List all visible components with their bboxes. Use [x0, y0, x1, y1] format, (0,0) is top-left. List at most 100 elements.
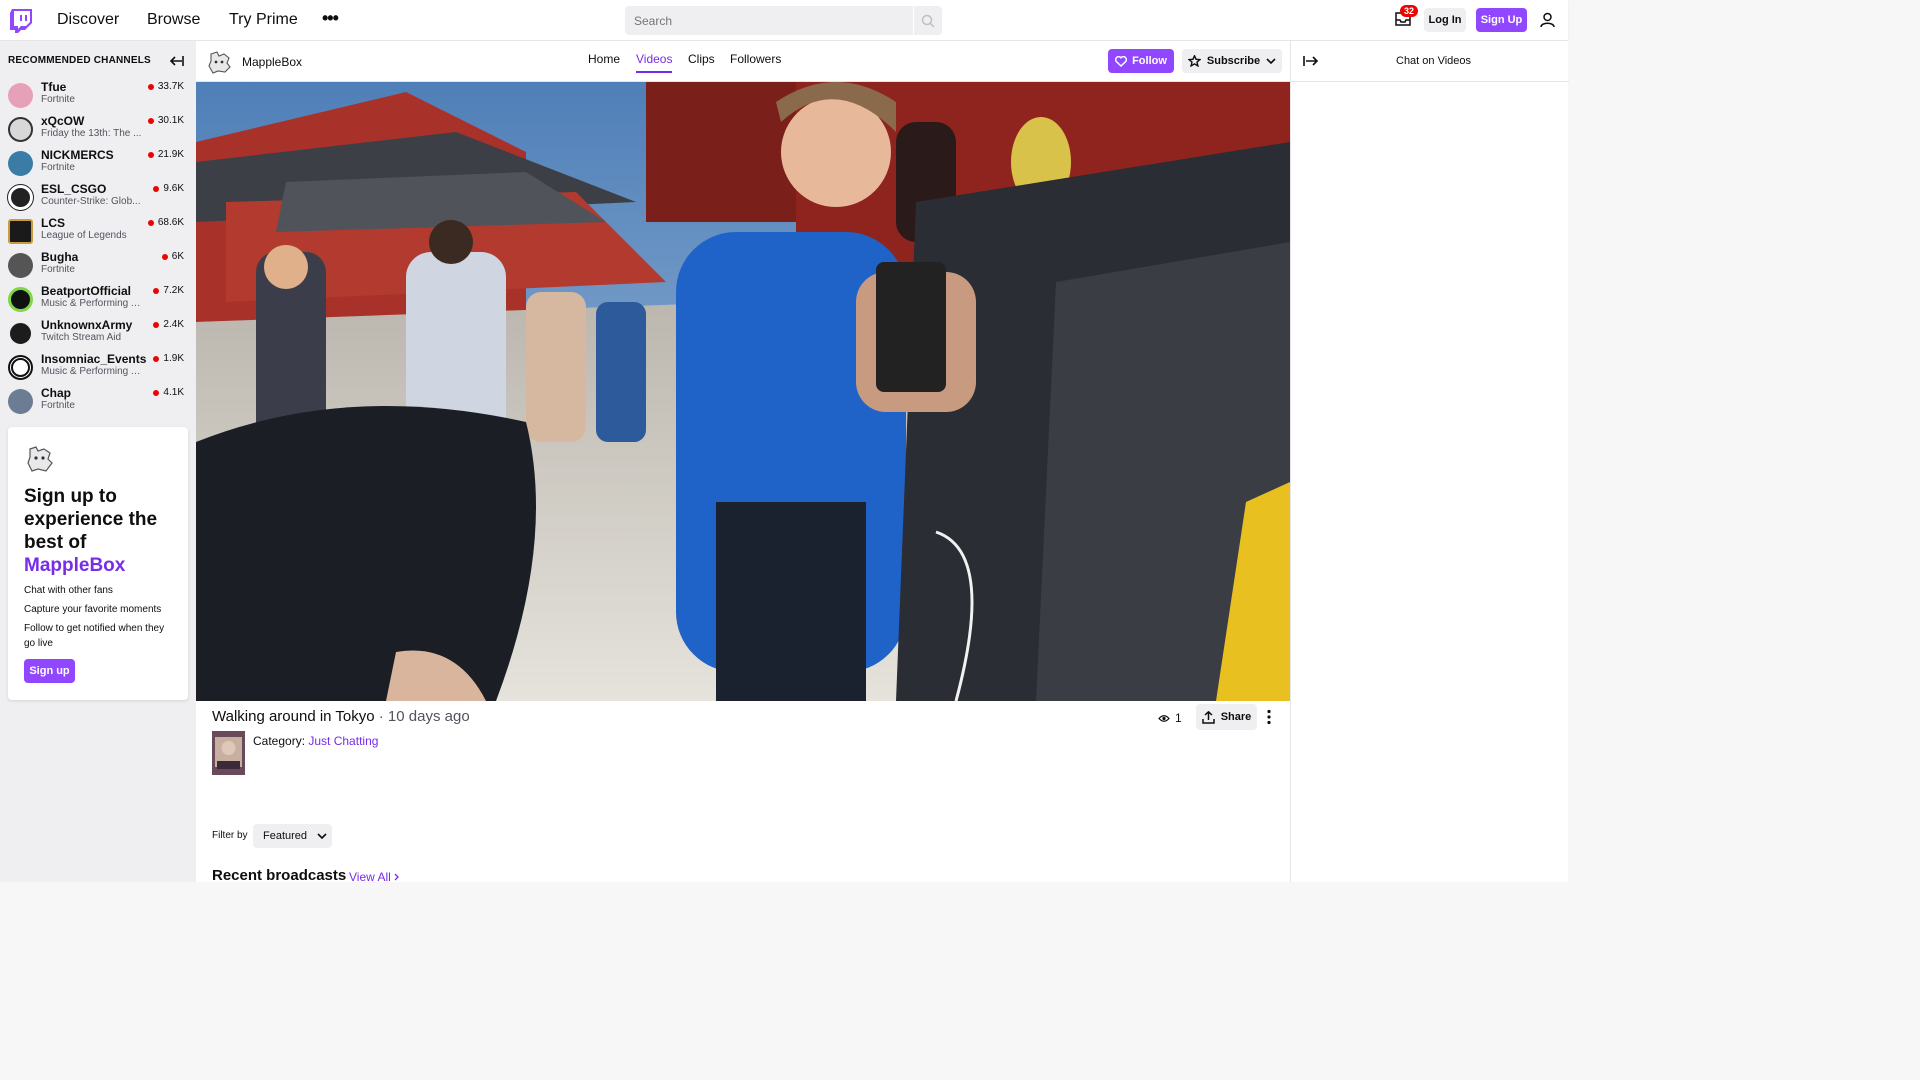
tab-videos[interactable]: Videos: [636, 52, 673, 73]
chevron-down-icon: [317, 833, 327, 839]
viewer-count: 68.6K: [147, 217, 184, 228]
live-indicator: [147, 117, 154, 124]
channel-name: BeatportOfficial: [41, 284, 132, 298]
channel-game: Fortnite: [41, 400, 75, 411]
channel-name: Chap: [41, 386, 71, 400]
chat-header: Chat on Videos: [1291, 41, 1569, 82]
view-all-link[interactable]: View All: [349, 870, 400, 884]
search-button[interactable]: [913, 6, 942, 35]
promo-signup-button[interactable]: Sign up: [24, 659, 75, 683]
signup-button[interactable]: Sign Up: [1476, 8, 1527, 32]
recent-broadcasts-heading: Recent broadcasts: [212, 867, 347, 884]
viewer-count-value: 4.1K: [163, 387, 184, 398]
live-indicator: [147, 83, 154, 90]
tab-followers[interactable]: Followers: [730, 52, 781, 71]
viewer-count-value: 68.6K: [157, 217, 184, 228]
category-box-art[interactable]: [212, 731, 245, 775]
channel-name: NICKMERCS: [41, 148, 114, 162]
sidebar-channel[interactable]: Bugha Fortnite 6K: [0, 249, 196, 283]
promo-title: Sign up to experience the best of Mapple…: [24, 485, 184, 577]
nav-browse[interactable]: Browse: [147, 11, 200, 29]
tab-home[interactable]: Home: [588, 52, 620, 71]
live-indicator: [153, 185, 160, 192]
sidebar-channel[interactable]: Insomniac_Events Music & Performing A...…: [0, 351, 196, 385]
channel-game: Friday the 13th: The ...: [41, 128, 142, 139]
video-age: · 10 days ago: [374, 708, 470, 725]
viewer-count: 33.7K: [147, 81, 184, 92]
sidebar-channel[interactable]: Tfue Fortnite 33.7K: [0, 79, 196, 113]
live-indicator: [153, 287, 160, 294]
follow-button[interactable]: Follow: [1108, 49, 1174, 73]
expand-chat-icon[interactable]: [1303, 54, 1319, 68]
promo-benefit: Follow to get notified when they go live: [24, 623, 165, 649]
sidebar-channel[interactable]: ESL_CSGO Counter-Strike: Glob... 9.6K: [0, 181, 196, 215]
user-menu-icon[interactable]: [1540, 12, 1555, 28]
top-navigation: Discover Browse Try Prime ••• 32 Log In …: [0, 0, 1568, 41]
sidebar-channel[interactable]: xQcOW Friday the 13th: The ... 30.1K: [0, 113, 196, 147]
share-icon: [1201, 710, 1215, 724]
viewer-count: 7.2K: [153, 285, 184, 296]
channel-name: UnknownxArmy: [41, 318, 133, 332]
category-label: Category:: [253, 734, 306, 748]
promo-channel-name: MappleBox: [24, 555, 126, 576]
promo-benefit: Capture your favorite moments: [24, 604, 162, 615]
channel-game: Fortnite: [41, 264, 75, 275]
login-button[interactable]: Log In: [1424, 8, 1466, 32]
view-count-value: 1: [1175, 711, 1182, 725]
avatar: [8, 389, 33, 414]
sidebar-channel[interactable]: NICKMERCS Fortnite 21.9K: [0, 147, 196, 181]
promo-benefit: Chat with other fans: [24, 585, 113, 596]
nav-discover[interactable]: Discover: [57, 11, 119, 29]
heart-icon: [1115, 55, 1128, 67]
viewer-count: 6K: [161, 251, 184, 262]
category-link[interactable]: Just Chatting: [308, 734, 378, 748]
video-player[interactable]: [196, 82, 1290, 701]
channel-game: Twitch Stream Aid: [41, 332, 122, 343]
filter-label: Filter by: [212, 830, 248, 841]
collapse-sidebar-icon[interactable]: [168, 54, 184, 68]
live-indicator: [147, 151, 154, 158]
channel-game: Counter-Strike: Glob...: [41, 196, 141, 207]
twitch-logo-icon[interactable]: [10, 9, 32, 33]
channel-game: Music & Performing A...: [41, 298, 145, 309]
search-input[interactable]: [625, 6, 913, 35]
subscribe-button[interactable]: Subscribe: [1182, 49, 1282, 73]
channel-name[interactable]: MappleBox: [242, 55, 302, 69]
sidebar-channel[interactable]: LCS League of Legends 68.6K: [0, 215, 196, 249]
channel-game: Music & Performing A...: [41, 366, 145, 377]
chevron-right-icon: [394, 873, 400, 881]
share-button[interactable]: Share: [1196, 704, 1257, 730]
channel-name: Bugha: [41, 250, 79, 264]
viewer-count-value: 1.9K: [163, 353, 184, 364]
live-indicator: [153, 321, 160, 328]
chat-panel: Chat on Videos: [1290, 41, 1569, 882]
glitch-mascot-icon: [27, 446, 53, 472]
star-icon: [1187, 55, 1201, 67]
tab-clips[interactable]: Clips: [688, 52, 715, 71]
viewer-count-value: 7.2K: [163, 285, 184, 296]
viewer-count: 21.9K: [147, 149, 184, 160]
viewer-count-value: 9.6K: [163, 183, 184, 194]
video-title: Walking around in Tokyo · 10 days ago: [212, 708, 470, 725]
live-indicator: [161, 253, 168, 260]
more-menu-button[interactable]: •••: [322, 8, 339, 29]
category-line: Category: Just Chatting: [253, 734, 378, 748]
sidebar-channel[interactable]: BeatportOfficial Music & Performing A...…: [0, 283, 196, 317]
nav-try-prime[interactable]: Try Prime: [229, 11, 298, 29]
channel-name: LCS: [41, 216, 65, 230]
inbox-count-badge: 32: [1400, 5, 1419, 17]
video-frame: [196, 82, 1290, 701]
viewer-count-value: 33.7K: [157, 81, 184, 92]
channel-game: Fortnite: [41, 162, 75, 173]
channel-avatar-icon[interactable]: [206, 50, 232, 74]
search-icon: [921, 14, 935, 28]
sidebar: RECOMMENDED CHANNELS Tfue Fortnite 33.7K…: [0, 41, 196, 882]
filter-value: Featured: [263, 830, 308, 842]
sidebar-channel[interactable]: Chap Fortnite 4.1K: [0, 385, 196, 419]
avatar: [8, 83, 33, 108]
more-options-icon[interactable]: [1264, 709, 1274, 725]
sidebar-channel[interactable]: UnknownxArmy Twitch Stream Aid 2.4K: [0, 317, 196, 351]
filter-select[interactable]: Featured: [253, 824, 332, 848]
avatar: [8, 219, 33, 244]
channel-name: Insomniac_Events: [41, 352, 147, 366]
